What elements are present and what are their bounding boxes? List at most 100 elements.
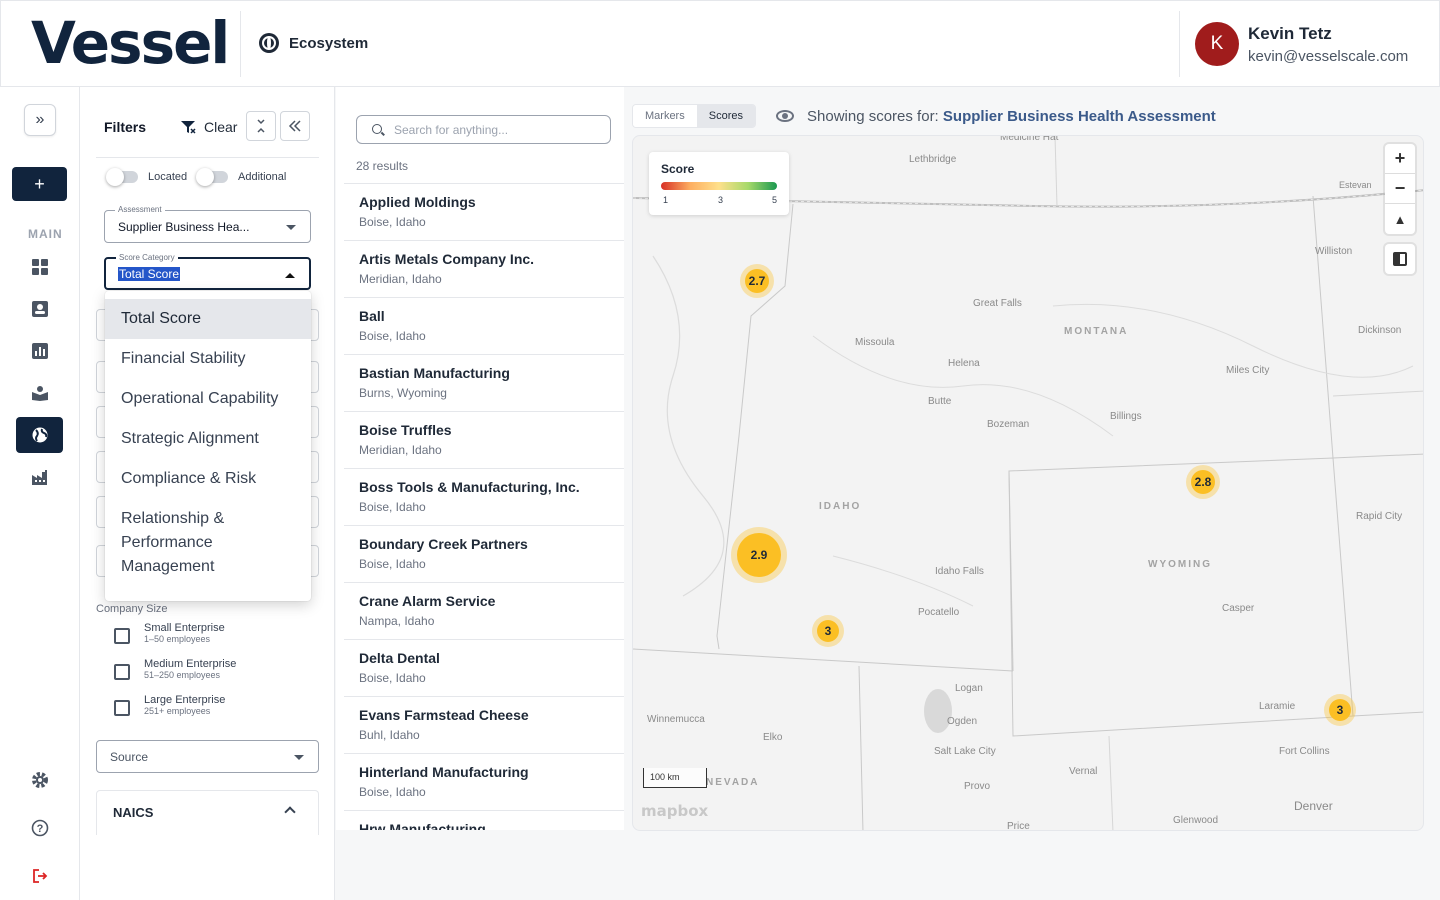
contacts-icon[interactable] xyxy=(16,291,63,327)
menu-item-compliance-risk[interactable]: Compliance & Risk xyxy=(105,459,311,499)
clear-label: Clear xyxy=(204,119,238,135)
collapse-all-button[interactable] xyxy=(246,111,276,141)
legend-tick: 5 xyxy=(772,195,778,205)
city-label: Lethbridge xyxy=(909,154,957,165)
dashboard-icon[interactable] xyxy=(16,249,63,285)
vessel-logo[interactable]: Vessel xyxy=(31,9,230,77)
assessment-select[interactable]: Assessment Supplier Business Hea... xyxy=(104,205,311,243)
globe-icon[interactable] xyxy=(16,417,63,453)
expand-sidebar-button[interactable]: » xyxy=(24,104,56,136)
company-name: Bastian Manufacturing xyxy=(359,365,510,381)
showing-assessment: Supplier Business Health Assessment xyxy=(942,108,1216,125)
filters-divider xyxy=(96,157,319,158)
learning-icon[interactable] xyxy=(16,375,63,411)
zoom-out-button[interactable]: − xyxy=(1385,174,1415,204)
add-button[interactable]: + xyxy=(12,167,67,201)
list-item[interactable]: Boundary Creek Partners Boise, Idaho xyxy=(344,526,624,583)
city-label: Great Falls xyxy=(973,298,1022,309)
menu-item-total-score[interactable]: Total Score xyxy=(105,299,311,339)
city-label: Vernal xyxy=(1069,766,1098,777)
map-scale: 100 km xyxy=(643,768,707,788)
list-item[interactable]: Artis Metals Company Inc. Meridian, Idaho xyxy=(344,241,624,298)
list-item[interactable]: Delta Dental Boise, Idaho xyxy=(344,640,624,697)
source-select[interactable]: Source xyxy=(96,740,319,773)
city-label: Medicine Hat xyxy=(1000,135,1059,143)
checkbox[interactable] xyxy=(114,700,130,716)
menu-item-strategic-alignment[interactable]: Strategic Alignment xyxy=(105,419,311,459)
tab-markers[interactable]: Markers xyxy=(633,105,697,127)
settings-icon[interactable] xyxy=(16,762,63,798)
list-item[interactable]: Hrw Manufacturing xyxy=(344,811,624,830)
checkbox[interactable] xyxy=(114,664,130,680)
factory-icon[interactable] xyxy=(16,459,63,495)
score-category-label: Score Category xyxy=(116,253,178,262)
search-icon xyxy=(372,124,382,134)
list-item[interactable]: Evans Farmstead Cheese Buhl, Idaho xyxy=(344,697,624,754)
city-label: Helena xyxy=(948,358,980,369)
chevron-down-icon xyxy=(294,755,304,760)
analytics-icon[interactable] xyxy=(16,333,63,369)
clear-filters-button[interactable]: Clear xyxy=(180,119,237,135)
results-panel: Search for anything... 28 results Applie… xyxy=(336,87,624,830)
city-label: Pocatello xyxy=(918,607,960,618)
company-size-medium[interactable]: Medium Enterprise 51–250 employees xyxy=(114,658,236,680)
list-item[interactable]: Boss Tools & Manufacturing, Inc. Boise, I… xyxy=(344,469,624,526)
showing-scores-text: Showing scores for: Supplier Business He… xyxy=(807,108,1216,125)
list-item[interactable]: Applied Moldings Boise, Idaho xyxy=(344,184,624,241)
list-item[interactable]: Hinterland Manufacturing Boise, Idaho xyxy=(344,754,624,811)
help-icon[interactable]: ? xyxy=(16,810,63,846)
menu-item-operational-capability[interactable]: Operational Capability xyxy=(105,379,311,419)
eye-icon[interactable] xyxy=(776,110,794,122)
search-input[interactable]: Search for anything... xyxy=(356,115,611,144)
score-category-select[interactable]: Score Category Total Score xyxy=(104,253,311,290)
company-name: Ball xyxy=(359,308,385,324)
city-label: Williston xyxy=(1315,246,1353,257)
legend-tick: 3 xyxy=(718,195,724,205)
company-size-label: Company Size xyxy=(96,603,168,615)
naics-accordion[interactable]: NAICS xyxy=(96,790,319,835)
list-item[interactable]: Boise Truffles Meridian, Idaho xyxy=(344,412,624,469)
score-marker[interactable]: 3 xyxy=(817,620,839,642)
additional-toggle[interactable]: Additional xyxy=(196,168,286,186)
company-size-small[interactable]: Small Enterprise 1–50 employees xyxy=(114,622,225,644)
city-label: Logan xyxy=(955,683,983,694)
menu-item-relationship-performance[interactable]: Relationship & Performance Management xyxy=(105,499,311,587)
score-marker[interactable]: 3 xyxy=(1329,699,1351,721)
city-label: Missoula xyxy=(855,337,895,348)
assessment-label: Assessment xyxy=(115,205,165,214)
layer-toggle-button[interactable] xyxy=(1385,244,1415,274)
legend-tick: 1 xyxy=(663,195,669,205)
score-marker[interactable]: 2.8 xyxy=(1191,470,1215,494)
collapse-panel-button[interactable] xyxy=(280,111,310,141)
zoom-in-button[interactable]: + xyxy=(1385,144,1415,174)
company-name: Applied Moldings xyxy=(359,194,476,210)
list-item[interactable]: Bastian Manufacturing Burns, Wyoming xyxy=(344,355,624,412)
company-location: Meridian, Idaho xyxy=(359,443,442,457)
list-item[interactable]: Crane Alarm Service Nampa, Idaho xyxy=(344,583,624,640)
score-marker[interactable]: 2.7 xyxy=(745,269,769,293)
company-name: Artis Metals Company Inc. xyxy=(359,251,535,267)
city-label: Elko xyxy=(763,732,783,743)
menu-item-financial-stability[interactable]: Financial Stability xyxy=(105,339,311,379)
map-canvas[interactable]: Medicine Hat Lethbridge Estevan Willisto… xyxy=(632,135,1424,831)
checkbox[interactable] xyxy=(114,628,130,644)
map-view-tabs: Markers Scores xyxy=(632,104,756,128)
toggle-switch[interactable] xyxy=(106,168,138,186)
filter-clear-icon xyxy=(181,121,196,134)
logout-icon[interactable] xyxy=(16,858,63,894)
header-divider xyxy=(240,11,241,77)
company-location: Burns, Wyoming xyxy=(359,386,447,400)
company-location: Boise, Idaho xyxy=(359,671,426,685)
score-marker[interactable]: 2.9 xyxy=(737,533,781,577)
user-avatar[interactable]: K xyxy=(1195,22,1239,66)
company-location: Boise, Idaho xyxy=(359,557,426,571)
assessment-value: Supplier Business Hea... xyxy=(118,220,250,234)
located-toggle[interactable]: Located xyxy=(106,168,187,186)
tab-scores[interactable]: Scores xyxy=(696,105,755,127)
toggle-switch[interactable] xyxy=(196,168,228,186)
compass-button[interactable]: ▲ xyxy=(1385,204,1415,234)
list-item[interactable]: Ball Boise, Idaho xyxy=(344,298,624,355)
mapbox-logo[interactable]: mapbox xyxy=(641,802,708,820)
company-size-large[interactable]: Large Enterprise 251+ employees xyxy=(114,694,225,716)
chevron-up-icon xyxy=(284,806,296,818)
